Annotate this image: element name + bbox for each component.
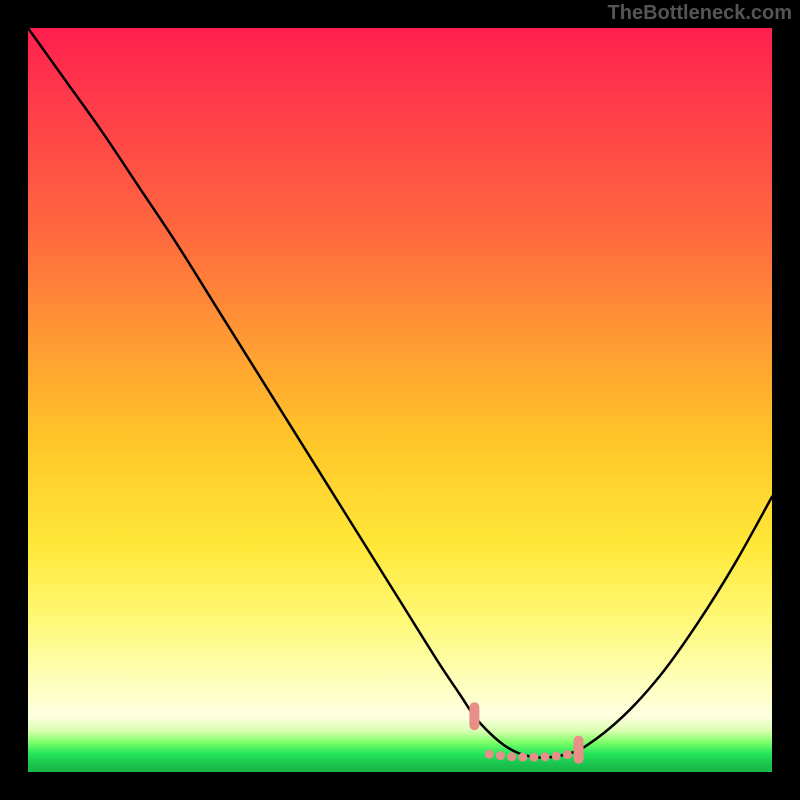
optimal-dot [552, 752, 561, 761]
plot-area [28, 28, 772, 772]
optimal-marker [574, 736, 584, 764]
optimal-dot [529, 753, 538, 762]
bottleneck-curve-path [28, 28, 772, 758]
optimal-band [469, 702, 583, 763]
chart-container: TheBottleneck.com [0, 0, 800, 800]
optimal-dot [485, 750, 494, 759]
optimal-dot [541, 752, 550, 761]
optimal-marker [469, 702, 479, 730]
optimal-dot [507, 752, 516, 761]
optimal-dot [496, 751, 505, 760]
optimal-dot [518, 753, 527, 762]
optimal-dot [563, 750, 572, 759]
watermark-text: TheBottleneck.com [608, 2, 792, 25]
curve-layer [28, 28, 772, 772]
